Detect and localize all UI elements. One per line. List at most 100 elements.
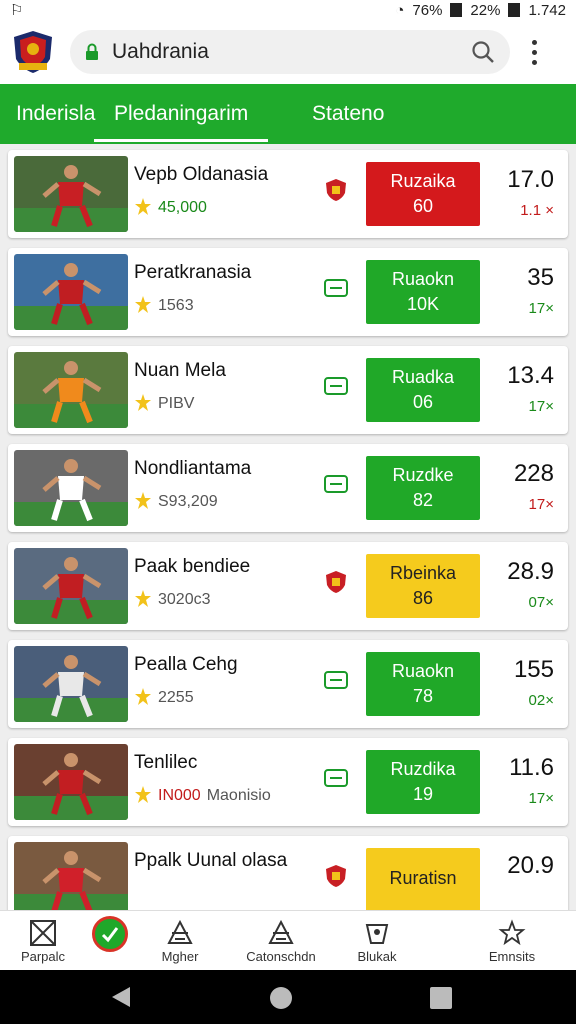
wifi-icon: ◔ bbox=[395, 1, 405, 19]
player-score: 228 bbox=[513, 460, 554, 487]
rating-label: Ruzdke bbox=[392, 465, 454, 485]
nav-item-3[interactable]: Catonschdn bbox=[240, 911, 322, 971]
rating-label: Ruaokn bbox=[391, 269, 455, 289]
player-photo[interactable] bbox=[14, 842, 128, 910]
list-item[interactable]: Nondliantama S93,209 Ruzdke 82 228 17× bbox=[8, 444, 568, 532]
player-name[interactable]: Vepb Oldanasia bbox=[134, 164, 268, 186]
star-icon bbox=[135, 590, 151, 607]
stadium-icon bbox=[268, 919, 294, 944]
url-text[interactable]: Uahdrania bbox=[112, 40, 470, 64]
score-change: 1.1 × bbox=[520, 202, 554, 219]
player-name[interactable]: Tenlilec bbox=[134, 752, 197, 774]
rating-label: Ruratisn bbox=[389, 867, 457, 888]
bottom-nav: Parpalc Mgher Catonschdn Blukak Emnsits bbox=[0, 910, 576, 970]
list-item[interactable]: Ppalk Uunal olasa Ruratisn 20.9 bbox=[8, 836, 568, 910]
list-item[interactable]: Paak bendiee 3020c3 Rbeinka 86 28.9 07× bbox=[8, 542, 568, 630]
player-name[interactable]: Nuan Mela bbox=[134, 360, 226, 382]
stadium-icon bbox=[167, 919, 193, 944]
list-item[interactable]: Vepb Oldanasia 45,000 Ruzaika 60 17.0 1.… bbox=[8, 150, 568, 238]
rating-label: Ruzdika bbox=[390, 759, 456, 779]
tab-label: Inderisla bbox=[16, 102, 96, 125]
search-icon[interactable] bbox=[470, 39, 496, 65]
player-name[interactable]: Peratkranasia bbox=[134, 262, 251, 284]
battery-icon bbox=[450, 3, 463, 17]
player-photo[interactable] bbox=[14, 352, 128, 428]
club-logo-icon[interactable] bbox=[10, 29, 56, 75]
list-item[interactable]: Pealla Cehg 2255 Ruaokn 78 155 02× bbox=[8, 640, 568, 728]
player-score: 155 bbox=[513, 656, 554, 683]
player-meta: S93,209 bbox=[134, 491, 218, 513]
club-badge-icon bbox=[324, 279, 348, 297]
recent-apps-icon[interactable] bbox=[430, 987, 452, 1009]
nav-label: Catonschdn bbox=[246, 948, 316, 964]
tab-label: Stateno bbox=[312, 102, 385, 125]
rating-box[interactable]: Rbeinka 86 bbox=[366, 554, 480, 618]
player-name[interactable]: Nondliantama bbox=[134, 458, 251, 480]
player-score: 13.4 bbox=[507, 362, 554, 389]
nav-item-2[interactable]: Mgher bbox=[156, 911, 204, 971]
club-badge-icon bbox=[324, 671, 348, 689]
rating-value: 06 bbox=[412, 392, 434, 412]
home-icon[interactable] bbox=[270, 987, 292, 1009]
nav-label: Blukak bbox=[357, 948, 397, 964]
rating-box[interactable]: Ruaokn 10K bbox=[366, 260, 480, 324]
nav-label: Emnsits bbox=[488, 948, 536, 964]
score-change: 02× bbox=[528, 692, 554, 709]
star-icon bbox=[135, 492, 151, 509]
score-change: 17× bbox=[528, 300, 554, 317]
player-meta: IN000 Maonisio bbox=[134, 785, 271, 807]
check-button[interactable] bbox=[92, 916, 128, 952]
notification-icon: ⚐ bbox=[10, 2, 24, 19]
nav-item-4[interactable]: Blukak bbox=[352, 911, 402, 971]
rating-box[interactable]: Ruadka 06 bbox=[366, 358, 480, 422]
player-score: 11.6 bbox=[509, 754, 554, 781]
club-badge-icon bbox=[326, 865, 346, 887]
star-icon bbox=[135, 198, 151, 215]
player-list: Vepb Oldanasia 45,000 Ruzaika 60 17.0 1.… bbox=[0, 144, 576, 910]
player-name[interactable]: Paak bendiee bbox=[134, 556, 250, 578]
lock-icon bbox=[86, 43, 98, 60]
player-photo[interactable] bbox=[14, 254, 128, 330]
rating-value: 60 bbox=[412, 196, 434, 216]
player-score: 35 bbox=[527, 264, 554, 291]
nav-item-5[interactable]: Emnsits bbox=[484, 911, 540, 971]
rating-value: 86 bbox=[412, 588, 434, 608]
address-bar[interactable]: Uahdrania bbox=[70, 30, 510, 74]
star-icon bbox=[135, 786, 151, 803]
grid-icon bbox=[30, 919, 56, 946]
rating-value: 78 bbox=[412, 686, 434, 706]
status-right: ◔ 76% 22% 1.742 bbox=[395, 2, 566, 19]
list-item[interactable]: Nuan Mela PIBV Ruadka 06 13.4 17× bbox=[8, 346, 568, 434]
rating-box[interactable]: Ruzdika 19 bbox=[366, 750, 480, 814]
player-meta-extra: Maonisio bbox=[206, 787, 271, 804]
tab-1[interactable]: Pledaningarim bbox=[94, 84, 269, 144]
club-badge-icon bbox=[326, 571, 346, 593]
tab-label: Pledaningarim bbox=[114, 102, 249, 125]
rating-value: 19 bbox=[412, 784, 434, 804]
list-item[interactable]: Peratkranasia 1563 Ruaokn 10K 35 17× bbox=[8, 248, 568, 336]
back-icon[interactable] bbox=[112, 987, 130, 1007]
player-meta: 45,000 bbox=[134, 197, 207, 219]
tab-2[interactable]: Stateno bbox=[312, 84, 384, 144]
score-change: 07× bbox=[528, 594, 554, 611]
rating-box[interactable]: Ruzdke 82 bbox=[366, 456, 480, 520]
player-photo[interactable] bbox=[14, 156, 128, 232]
player-name[interactable]: Ppalk Uunal olasa bbox=[134, 850, 287, 872]
player-photo[interactable] bbox=[14, 744, 128, 820]
player-photo[interactable] bbox=[14, 450, 128, 526]
player-photo[interactable] bbox=[14, 548, 128, 624]
rating-box[interactable]: Ruzaika 60 bbox=[366, 162, 480, 226]
overflow-menu-icon[interactable] bbox=[530, 39, 538, 65]
player-photo[interactable] bbox=[14, 646, 128, 722]
nav-item-0[interactable]: Parpalc bbox=[18, 911, 68, 971]
system-nav-bar bbox=[0, 970, 576, 1024]
list-item[interactable]: Tenlilec IN000 Maonisio Ruzdika 19 11.6 … bbox=[8, 738, 568, 826]
tab-0[interactable]: Inderisla bbox=[16, 84, 95, 144]
player-meta: 2255 bbox=[134, 687, 194, 709]
rating-box[interactable]: Ruratisn bbox=[366, 848, 480, 910]
player-meta: PIBV bbox=[134, 393, 194, 415]
player-name[interactable]: Pealla Cehg bbox=[134, 654, 238, 676]
rating-box[interactable]: Ruaokn 78 bbox=[366, 652, 480, 716]
player-meta-value: IN000 bbox=[158, 787, 201, 804]
score-change: 17× bbox=[528, 496, 554, 513]
